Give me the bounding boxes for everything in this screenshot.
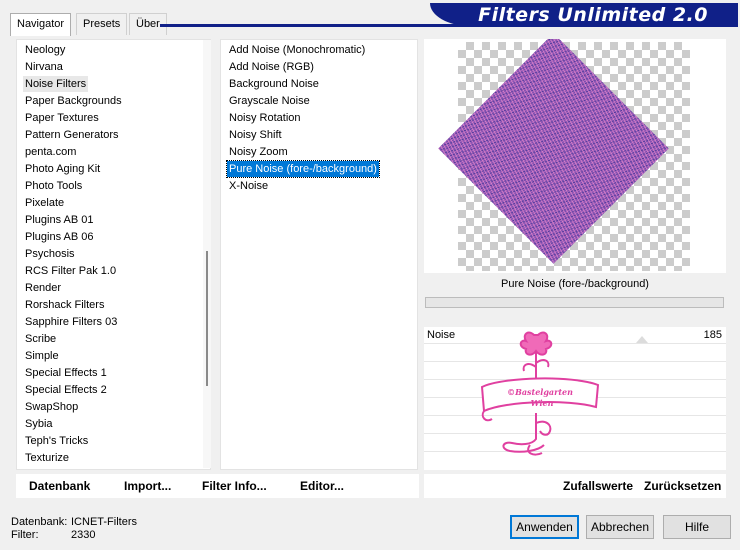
category-item[interactable]: Neology — [23, 42, 67, 58]
database-label: Datenbank: — [11, 516, 68, 528]
category-item[interactable]: Pixelate — [23, 195, 66, 211]
import-button[interactable]: Import... — [124, 479, 171, 493]
category-item[interactable]: Psychosis — [23, 246, 77, 262]
app-title: Filters Unlimited 2.0 — [478, 4, 708, 26]
datenbank-button[interactable]: Datenbank — [29, 479, 90, 493]
preview-pane — [424, 39, 726, 273]
bottom-actions-right: Zufallswerte Zurücksetzen — [424, 474, 726, 498]
filter-count-label: Filter: — [11, 529, 39, 541]
watermark-line1: ©Bastelgarten — [507, 387, 573, 397]
title-banner: Filters Unlimited 2.0 — [430, 3, 738, 26]
category-item[interactable]: Plugins AB 06 — [23, 229, 96, 245]
filter-list[interactable]: Add Noise (Monochromatic) Add Noise (RGB)… — [220, 39, 418, 470]
category-item[interactable]: Simple — [23, 348, 61, 364]
database-value: ICNET-Filters — [71, 516, 137, 528]
category-item[interactable]: Photo Tools — [23, 178, 84, 194]
cancel-button[interactable]: Abbrechen — [586, 515, 654, 539]
filter-item[interactable]: Pure Noise (fore-/background) — [226, 160, 380, 178]
category-item[interactable]: Scribe — [23, 331, 58, 347]
category-item[interactable]: Noise Filters — [23, 76, 89, 92]
tab-presets[interactable]: Presets — [76, 13, 128, 35]
apply-button[interactable]: Anwenden — [510, 515, 579, 539]
filter-item[interactable]: Noisy Shift — [227, 127, 284, 143]
param-value: 185 — [703, 329, 722, 341]
filter-item[interactable]: Background Noise — [227, 76, 321, 92]
category-item[interactable]: Paper Backgrounds — [23, 93, 124, 109]
bottom-actions-left: Datenbank Import... Filter Info... Edito… — [16, 474, 419, 498]
watermark-line2: Wien — [531, 398, 554, 408]
category-item[interactable]: RCS Filter Pak 1.0 — [23, 263, 118, 279]
editor-button[interactable]: Editor... — [300, 479, 344, 493]
progress-bar — [425, 297, 724, 308]
category-item[interactable]: Rorshack Filters — [23, 297, 106, 313]
random-values-button[interactable]: Zufallswerte — [563, 479, 633, 493]
category-item[interactable]: Paper Textures — [23, 110, 101, 126]
category-item[interactable]: Plugins AB 01 — [23, 212, 96, 228]
filter-item[interactable]: X-Noise — [227, 178, 270, 194]
category-item[interactable]: Render — [23, 280, 63, 296]
category-item[interactable]: Teph's Tricks — [23, 433, 90, 449]
category-item[interactable]: SwapShop — [23, 399, 80, 415]
scrollbar-thumb[interactable] — [206, 251, 208, 386]
param-label: Noise — [427, 329, 456, 341]
filter-item[interactable]: Add Noise (Monochromatic) — [227, 42, 367, 58]
filter-item[interactable]: Noisy Rotation — [227, 110, 303, 126]
filter-item[interactable]: Noisy Zoom — [227, 144, 290, 160]
reset-button[interactable]: Zurücksetzen — [644, 479, 721, 493]
watermark-logo: ©Bastelgarten Wien — [480, 331, 600, 456]
category-item[interactable]: Texturize — [23, 450, 71, 466]
category-item[interactable]: Special Effects 2 — [23, 382, 109, 398]
filter-item[interactable]: Grayscale Noise — [227, 93, 312, 109]
category-item[interactable]: Pattern Generators — [23, 127, 121, 143]
filter-item[interactable]: Add Noise (RGB) — [227, 59, 316, 75]
category-item[interactable]: Sapphire Filters 03 — [23, 314, 119, 330]
effect-name: Pure Noise (fore-/background) — [424, 273, 726, 295]
filter-count-value: 2330 — [71, 529, 96, 541]
filter-info-button[interactable]: Filter Info... — [202, 479, 267, 493]
tab-navigator[interactable]: Navigator — [10, 13, 72, 36]
category-list[interactable]: Neology Nirvana Noise Filters Paper Backgro… — [16, 39, 211, 470]
category-item[interactable]: Nirvana — [23, 59, 65, 75]
slider-handle[interactable] — [636, 336, 648, 343]
parameter-panel: Noise 185 ©Bastelgarten Wien — [424, 327, 726, 470]
category-scrollbar[interactable] — [203, 40, 211, 468]
category-item[interactable]: penta.com — [23, 144, 78, 160]
category-item[interactable]: Photo Aging Kit — [23, 161, 102, 177]
title-underline — [160, 24, 738, 27]
category-item[interactable]: Special Effects 1 — [23, 365, 109, 381]
help-button[interactable]: Hilfe — [663, 515, 731, 539]
category-item[interactable]: Sybia — [23, 416, 55, 432]
